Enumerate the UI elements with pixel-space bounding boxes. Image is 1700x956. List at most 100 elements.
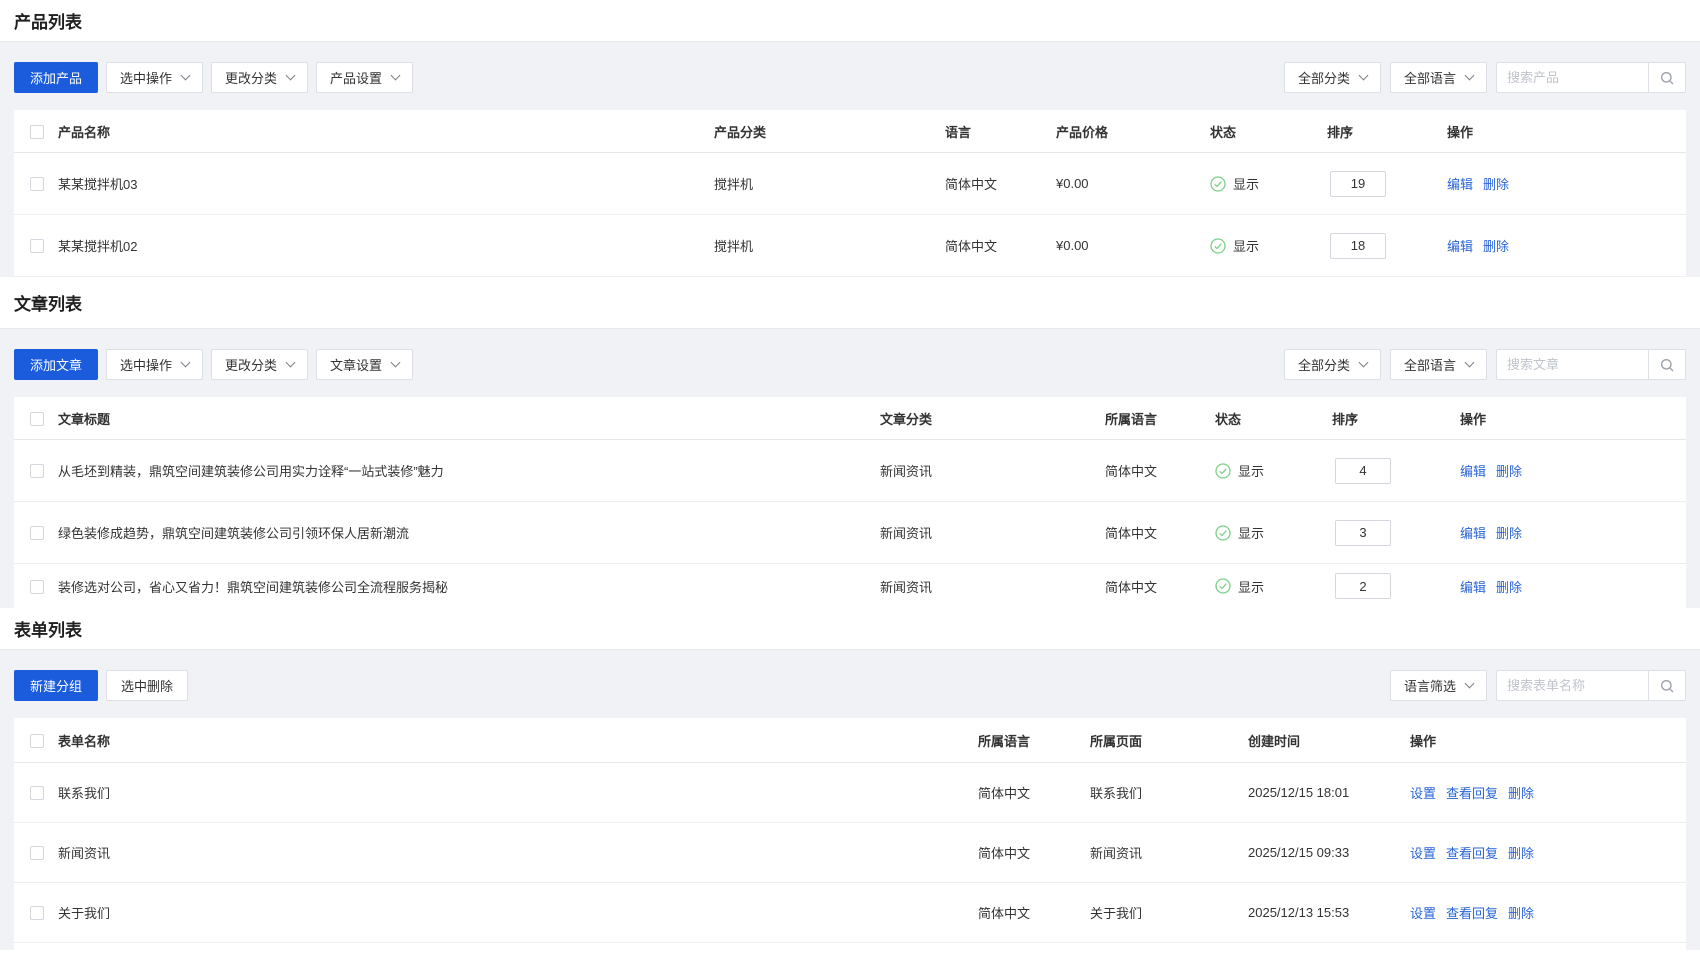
article-category: 新闻资讯 [880, 577, 1105, 596]
add-article-button[interactable]: 添加文章 [14, 349, 98, 380]
chevron-down-icon [391, 71, 401, 81]
language-filter-dropdown[interactable]: 语言筛选 [1390, 670, 1487, 701]
page-title-forms: 表单列表 [0, 608, 1700, 650]
view-replies-link[interactable]: 查看回复 [1446, 786, 1498, 801]
language-filter-label: 全部语言 [1404, 68, 1456, 87]
chevron-down-icon [286, 358, 296, 368]
article-language: 简体中文 [1105, 577, 1215, 596]
view-replies-link[interactable]: 查看回复 [1446, 846, 1498, 861]
article-title: 绿色装修成趋势，鼎筑空间建筑装修公司引领环保人居新潮流 [58, 523, 880, 542]
col-article-category: 文章分类 [880, 409, 1105, 428]
col-sort: 排序 [1327, 409, 1460, 428]
status-check-icon [1215, 525, 1231, 541]
delete-link[interactable]: 删除 [1508, 846, 1534, 861]
form-created-time: 2025/12/13 15:53 [1248, 905, 1410, 920]
row-checkbox[interactable] [30, 580, 44, 594]
article-search-button[interactable] [1648, 349, 1686, 380]
col-language: 所属语言 [1105, 409, 1215, 428]
row-actions: 设置查看回复删除 [1410, 843, 1686, 862]
row-checkbox[interactable] [30, 786, 44, 800]
row-checkbox[interactable] [30, 906, 44, 920]
articles-table-header: 文章标题 文章分类 所属语言 状态 排序 操作 [14, 397, 1686, 440]
row-checkbox[interactable] [30, 177, 44, 191]
view-replies-link[interactable]: 查看回复 [1446, 906, 1498, 921]
row-checkbox[interactable] [30, 526, 44, 540]
row-checkbox[interactable] [30, 846, 44, 860]
form-list-section: 表单列表 新建分组 选中删除 语言筛选 [0, 608, 1700, 950]
status-check-icon [1215, 578, 1231, 594]
settings-link[interactable]: 设置 [1410, 906, 1436, 921]
table-row: 联系我们 简体中文 联系我们 2025/12/15 18:01 设置查看回复删除 [14, 763, 1686, 823]
status-label: 显示 [1233, 174, 1259, 193]
table-row: 某某搅拌机02 搅拌机 简体中文 ¥0.00 显示 编辑删除 [14, 215, 1686, 277]
edit-link[interactable]: 编辑 [1460, 464, 1486, 479]
sort-input[interactable] [1335, 573, 1391, 599]
form-search-input[interactable] [1496, 670, 1648, 701]
form-page: 关于我们 [1090, 903, 1248, 922]
article-search-input[interactable] [1496, 349, 1648, 380]
settings-link[interactable]: 设置 [1410, 786, 1436, 801]
article-title: 装修选对公司，省心又省力！鼎筑空间建筑装修公司全流程服务揭秘 [58, 577, 880, 596]
category-filter-dropdown[interactable]: 全部分类 [1284, 349, 1381, 380]
col-actions: 操作 [1460, 409, 1686, 428]
bulk-action-dropdown[interactable]: 选中操作 [106, 349, 203, 380]
edit-link[interactable]: 编辑 [1460, 580, 1486, 595]
form-name: 新闻资讯 [58, 843, 978, 862]
article-search [1496, 349, 1686, 380]
edit-link[interactable]: 编辑 [1460, 526, 1486, 541]
bulk-action-dropdown[interactable]: 选中操作 [106, 62, 203, 93]
delete-selected-button[interactable]: 选中删除 [106, 670, 188, 701]
row-checkbox[interactable] [30, 464, 44, 478]
form-language: 简体中文 [978, 843, 1090, 862]
edit-link[interactable]: 编辑 [1447, 177, 1473, 192]
change-category-dropdown[interactable]: 更改分类 [211, 62, 308, 93]
sort-input[interactable] [1335, 520, 1391, 546]
delete-link[interactable]: 删除 [1508, 906, 1534, 921]
article-settings-dropdown[interactable]: 文章设置 [316, 349, 413, 380]
language-filter-dropdown[interactable]: 全部语言 [1390, 349, 1487, 380]
form-search [1496, 670, 1686, 701]
settings-link[interactable]: 设置 [1410, 846, 1436, 861]
category-filter-dropdown[interactable]: 全部分类 [1284, 62, 1381, 93]
col-actions: 操作 [1447, 122, 1686, 141]
status-check-icon [1210, 238, 1226, 254]
products-body: 添加产品 选中操作 更改分类 产品设置 全部分类 [0, 42, 1700, 277]
select-all-checkbox[interactable] [30, 412, 44, 426]
language-filter-dropdown[interactable]: 全部语言 [1390, 62, 1487, 93]
article-category: 新闻资讯 [880, 523, 1105, 542]
form-language: 简体中文 [978, 903, 1090, 922]
chevron-down-icon [286, 71, 296, 81]
product-settings-label: 产品设置 [330, 68, 382, 87]
new-group-button[interactable]: 新建分组 [14, 670, 98, 701]
select-all-checkbox[interactable] [30, 734, 44, 748]
products-table: 产品名称 产品分类 语言 产品价格 状态 排序 操作 某某搅拌机03 搅拌机 简… [14, 110, 1686, 277]
delete-link[interactable]: 删除 [1496, 580, 1522, 595]
status-badge: 显示 [1210, 174, 1325, 193]
delete-link[interactable]: 删除 [1483, 239, 1509, 254]
col-sort: 排序 [1325, 122, 1447, 141]
form-name: 关于我们 [58, 903, 978, 922]
articles-toolbar: 添加文章 选中操作 更改分类 文章设置 全部分类 [14, 329, 1686, 397]
sort-input[interactable] [1335, 458, 1391, 484]
product-price: ¥0.00 [1056, 238, 1210, 253]
add-product-button[interactable]: 添加产品 [14, 62, 98, 93]
product-settings-dropdown[interactable]: 产品设置 [316, 62, 413, 93]
delete-link[interactable]: 删除 [1496, 464, 1522, 479]
status-badge: 显示 [1210, 236, 1325, 255]
select-all-checkbox[interactable] [30, 125, 44, 139]
sort-input[interactable] [1330, 233, 1386, 259]
delete-link[interactable]: 删除 [1496, 526, 1522, 541]
form-search-button[interactable] [1648, 670, 1686, 701]
forms-table: 表单名称 所属语言 所属页面 创建时间 操作 联系我们 简体中文 联系我们 20… [14, 718, 1686, 950]
product-search-input[interactable] [1496, 62, 1648, 93]
products-table-header: 产品名称 产品分类 语言 产品价格 状态 排序 操作 [14, 110, 1686, 153]
delete-link[interactable]: 删除 [1508, 786, 1534, 801]
change-category-dropdown[interactable]: 更改分类 [211, 349, 308, 380]
col-product-name: 产品名称 [58, 122, 714, 141]
row-actions: 设置查看回复删除 [1410, 783, 1686, 802]
product-search-button[interactable] [1648, 62, 1686, 93]
row-checkbox[interactable] [30, 239, 44, 253]
edit-link[interactable]: 编辑 [1447, 239, 1473, 254]
sort-input[interactable] [1330, 171, 1386, 197]
delete-link[interactable]: 删除 [1483, 177, 1509, 192]
